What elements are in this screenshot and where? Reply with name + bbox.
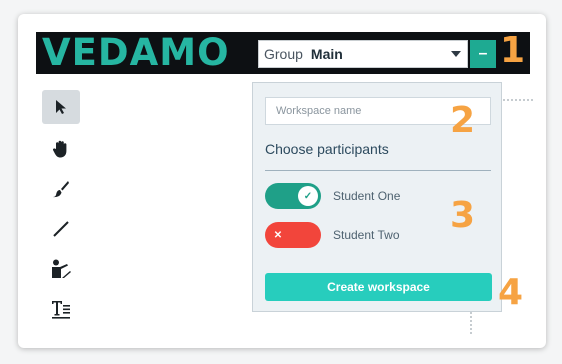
pointer-arrow-icon xyxy=(56,100,66,114)
dotted-guide-vertical xyxy=(470,312,472,334)
participant-toggle-on[interactable]: ✓ xyxy=(265,183,321,209)
chevron-down-icon xyxy=(451,51,461,57)
create-workspace-button[interactable]: Create workspace xyxy=(265,273,492,301)
line-icon xyxy=(53,221,69,237)
vedamo-logo: VEDAMO xyxy=(42,31,230,74)
tool-brush[interactable] xyxy=(42,172,80,206)
collapse-button[interactable]: – xyxy=(470,40,496,68)
brush-icon xyxy=(53,181,69,198)
participant-toggle-off[interactable]: ✕ xyxy=(265,222,321,248)
tool-text[interactable] xyxy=(42,292,80,326)
callout-number-4: 4 xyxy=(498,272,524,313)
callout-number-1: 1 xyxy=(500,30,526,71)
divider xyxy=(265,170,491,171)
group-label: Group xyxy=(264,46,303,62)
callout-number-2: 2 xyxy=(450,100,476,141)
tool-line[interactable] xyxy=(42,212,80,246)
group-value: Main xyxy=(310,46,343,62)
dotted-guide-horizontal xyxy=(503,99,533,101)
group-select[interactable]: Group Main xyxy=(258,40,468,68)
presenter-icon xyxy=(52,259,71,278)
check-icon: ✓ xyxy=(298,186,318,206)
text-tool-icon xyxy=(52,301,70,319)
close-icon: ✕ xyxy=(273,229,283,241)
callout-number-3: 3 xyxy=(450,195,476,236)
hand-icon xyxy=(52,140,67,158)
choose-participants-label: Choose participants xyxy=(265,141,389,157)
participant-name: Student Two xyxy=(333,228,400,242)
participant-name: Student One xyxy=(333,189,401,203)
tool-pointer[interactable] xyxy=(42,90,80,124)
tool-presenter[interactable] xyxy=(42,252,80,286)
tool-hand[interactable] xyxy=(42,132,80,166)
